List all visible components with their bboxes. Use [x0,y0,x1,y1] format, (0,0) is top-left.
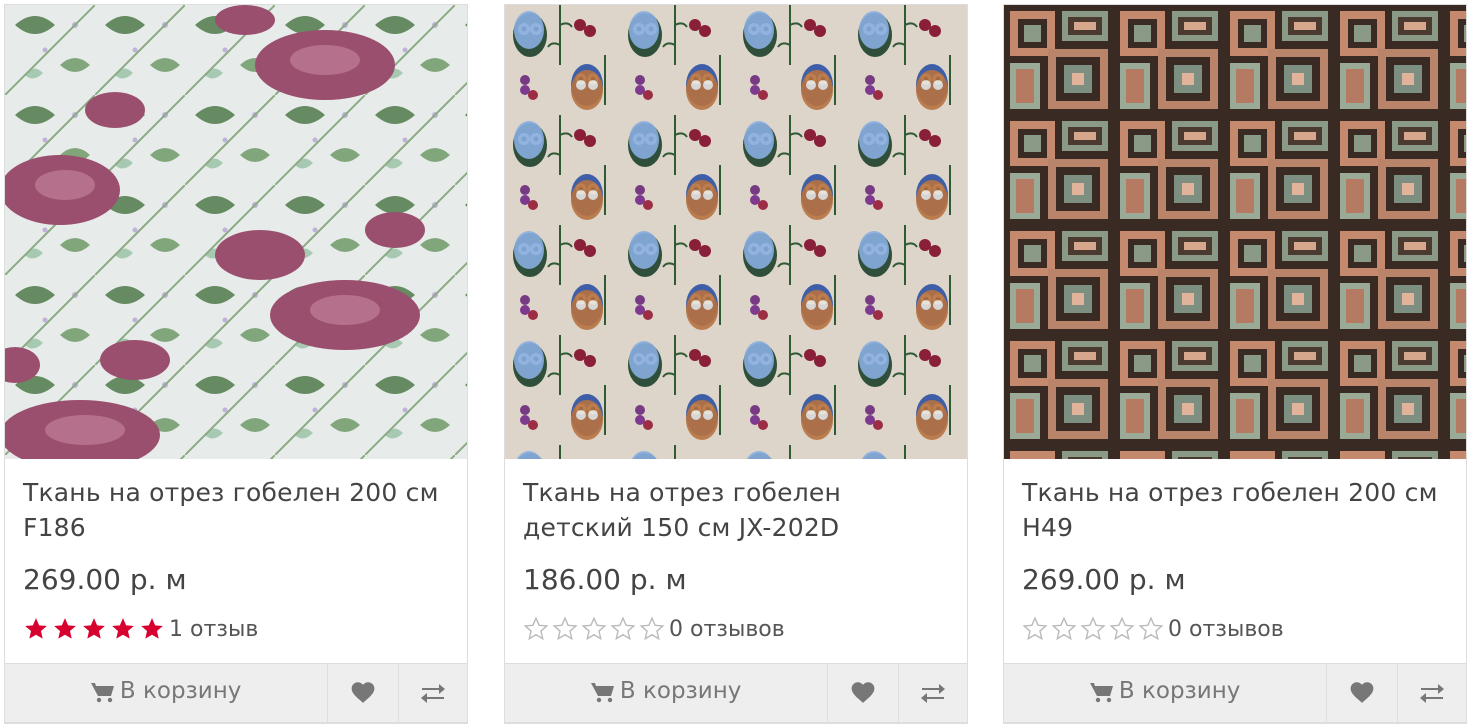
product-title-line[interactable]: F186 [23,510,453,545]
star-icon [25,618,47,639]
wishlist-button[interactable] [1326,663,1399,723]
product-rating: 0 отзывов [1022,615,1284,643]
star-icon [581,616,607,641]
product-rating: 0 отзывов [523,615,785,643]
star-icon [639,616,665,641]
star-icon [54,618,76,639]
product-price: 269.00 р. м [23,563,187,596]
wishlist-button[interactable] [327,663,400,723]
geometric-tapestry-image [1004,5,1466,459]
product-title-line[interactable]: Ткань на отрез гобелен 200 см [23,475,453,510]
add-to-cart-label: В корзину [119,678,242,704]
heart-icon [351,682,375,703]
product-image[interactable] [5,5,467,459]
owl-tapestry-image [505,5,967,459]
compare-arrows-icon [921,684,946,703]
heart-icon [1350,682,1374,703]
product-card: Ткань на отрез гобелен 200 см H49 269.00… [1003,4,1467,724]
compare-button[interactable] [1397,663,1466,723]
product-card: Ткань на отрез гобелен 200 см F186 269.0… [4,4,468,724]
floral-tapestry-image [5,5,467,459]
product-title[interactable]: Ткань на отрез гобелен детский 150 см JX… [523,475,953,545]
star-icon [83,618,105,639]
heart-icon [851,682,875,703]
product-rating: 1 отзыв [23,615,258,643]
product-title-line[interactable]: Ткань на отрез гобелен 200 см [1022,475,1452,510]
add-to-cart-button[interactable]: В корзину [1004,663,1328,723]
rating-stars [1022,616,1164,642]
star-icon [552,616,578,641]
star-icon [141,618,163,639]
star-icon [1138,616,1164,641]
product-card: Ткань на отрез гобелен детский 150 см JX… [504,4,968,724]
cart-icon [1089,683,1113,703]
cart-icon [590,683,614,703]
review-count[interactable]: 0 отзывов [1168,617,1284,642]
add-to-cart-button[interactable]: В корзину [5,663,329,723]
compare-button[interactable] [398,663,467,723]
product-title[interactable]: Ткань на отрез гобелен 200 см H49 [1022,475,1452,545]
product-actions: В корзину [5,663,467,723]
product-image[interactable] [505,5,967,459]
review-count[interactable]: 1 отзыв [169,617,258,642]
product-title-line[interactable]: детский 150 см JX-202D [523,510,953,545]
star-icon [523,616,549,641]
rating-stars [523,616,665,642]
product-title[interactable]: Ткань на отрез гобелен 200 см F186 [23,475,453,545]
add-to-cart-button[interactable]: В корзину [505,663,829,723]
star-icon [610,616,636,641]
star-icon [112,618,134,639]
wishlist-button[interactable] [827,663,900,723]
review-count[interactable]: 0 отзывов [669,617,785,642]
product-price: 186.00 р. м [523,563,687,596]
star-icon [1109,616,1135,641]
product-title-line[interactable]: Ткань на отрез гобелен [523,475,953,510]
product-price: 269.00 р. м [1022,563,1186,596]
add-to-cart-label: В корзину [619,678,742,704]
add-to-cart-label: В корзину [1118,678,1241,704]
product-actions: В корзину [505,663,967,723]
product-actions: В корзину [1004,663,1466,723]
product-image[interactable] [1004,5,1466,459]
compare-button[interactable] [898,663,967,723]
star-icon [1051,616,1077,641]
star-icon [1022,616,1048,641]
rating-stars [23,616,165,642]
cart-icon [90,683,114,703]
star-icon [1080,616,1106,641]
compare-arrows-icon [421,684,446,703]
product-title-line[interactable]: H49 [1022,510,1452,545]
compare-arrows-icon [1420,684,1445,703]
